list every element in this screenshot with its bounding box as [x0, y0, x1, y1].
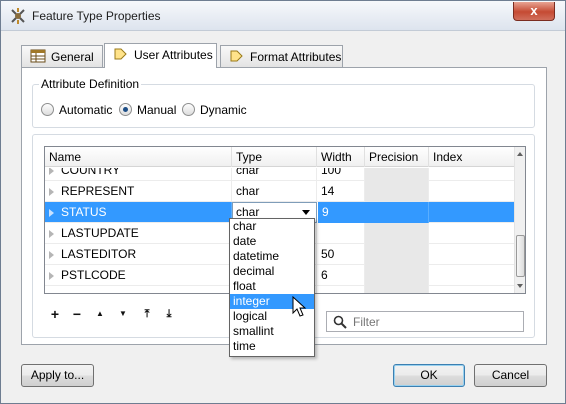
column-header-precision[interactable]: Precision [365, 147, 429, 167]
feature-type-properties-dialog: Feature Type Properties x General User A… [0, 0, 566, 404]
column-header-name[interactable]: Name [45, 147, 232, 167]
tab-label: User Attributes [134, 48, 213, 62]
apply-to-button[interactable]: Apply to... [21, 364, 94, 387]
table-row[interactable]: REPRESENT char 14 [45, 181, 515, 202]
column-header-width[interactable]: Width [317, 147, 365, 167]
scrollbar-thumb[interactable] [516, 235, 525, 277]
group-title: Attribute Definition [39, 77, 142, 91]
radio-indicator [182, 103, 195, 116]
row-expand-icon [49, 293, 54, 294]
column-header-type[interactable]: Type [232, 147, 317, 167]
table-scrollbar[interactable] [514, 147, 525, 293]
cell-name[interactable]: STATUS [45, 202, 232, 223]
scroll-up-icon[interactable] [517, 152, 523, 156]
radio-indicator [41, 103, 54, 116]
type-option-datetime[interactable]: datetime [230, 249, 314, 264]
add-attribute-button[interactable]: + [47, 305, 63, 323]
cell-name[interactable]: REPRESENT [45, 181, 232, 202]
cell-precision [365, 202, 429, 223]
cell-width[interactable]: 100 [317, 168, 365, 181]
cell-width[interactable] [317, 286, 365, 293]
cell-name[interactable] [45, 286, 232, 293]
type-option-time[interactable]: time [230, 339, 314, 354]
ok-button[interactable]: OK [393, 364, 465, 387]
cell-type[interactable]: char [232, 168, 317, 181]
cell-index[interactable] [429, 181, 515, 202]
radio-label: Dynamic [200, 103, 247, 117]
table-header: Name Type Width Precision Index [45, 147, 515, 167]
title-bar[interactable]: Feature Type Properties x [1, 1, 565, 31]
cell-width[interactable]: 6 [317, 265, 365, 286]
cell-width[interactable]: 50 [317, 244, 365, 265]
fme-app-icon [11, 8, 25, 24]
tab-user-attributes[interactable]: User Attributes [104, 43, 217, 68]
table-row[interactable]: COUNTRY char 100 [45, 168, 515, 181]
type-dropdown-list[interactable]: char date datetime decimal float integer… [229, 218, 315, 357]
column-header-index[interactable]: Index [429, 147, 515, 167]
tab-label: Format Attributes [250, 50, 342, 64]
cell-precision [365, 168, 429, 181]
move-bottom-button[interactable]: ⤓ [161, 305, 177, 323]
tab-label: General [51, 50, 94, 64]
search-icon [333, 315, 347, 329]
remove-attribute-button[interactable]: − [69, 305, 85, 323]
cell-name[interactable]: COUNTRY [45, 168, 232, 181]
type-option-decimal[interactable]: decimal [230, 264, 314, 279]
radio-manual[interactable]: Manual [119, 103, 176, 117]
type-option-char[interactable]: char [230, 219, 314, 234]
type-option-date[interactable]: date [230, 234, 314, 249]
radio-label: Manual [137, 103, 177, 117]
cell-width-editing[interactable]: 9 [317, 202, 365, 223]
radio-dynamic[interactable]: Dynamic [182, 103, 247, 117]
chevron-down-icon[interactable] [302, 210, 310, 215]
cell-index[interactable] [429, 244, 515, 265]
tab-general[interactable]: General [21, 45, 103, 67]
scroll-down-icon[interactable] [517, 284, 523, 288]
radio-automatic[interactable]: Automatic [41, 103, 112, 117]
cell-precision [365, 286, 429, 293]
radio-label: Automatic [59, 103, 113, 117]
cell-width[interactable] [317, 223, 365, 244]
cell-precision [365, 223, 429, 244]
cell-index[interactable] [429, 265, 515, 286]
table-icon [30, 49, 46, 63]
attribute-arrow-icon [114, 48, 127, 60]
cell-precision [365, 244, 429, 265]
close-icon: x [530, 3, 538, 18]
mouse-pointer-icon [292, 296, 307, 317]
window-title: Feature Type Properties [32, 9, 161, 23]
move-top-button[interactable]: ⤒ [139, 305, 155, 323]
move-up-button[interactable]: ▲ [92, 305, 108, 323]
move-down-button[interactable]: ▼ [115, 305, 131, 323]
cell-type[interactable]: char [232, 181, 317, 202]
close-button[interactable]: x [513, 2, 555, 21]
type-select-value: char [236, 205, 260, 219]
type-option-smallint[interactable]: smallint [230, 324, 314, 339]
cell-index[interactable] [429, 286, 515, 293]
cell-name[interactable]: LASTUPDATE [45, 223, 232, 244]
cell-name[interactable]: LASTEDITOR [45, 244, 232, 265]
cell-width[interactable]: 14 [317, 181, 365, 202]
radio-indicator [119, 103, 132, 116]
cell-precision [365, 265, 429, 286]
filter-input[interactable] [351, 314, 519, 329]
cell-index[interactable] [429, 223, 515, 244]
attribute-definition-group: Attribute Definition Automatic Manual Dy… [32, 77, 535, 128]
filter-field[interactable] [326, 311, 524, 332]
type-option-float[interactable]: float [230, 279, 314, 294]
tab-format-attributes[interactable]: Format Attributes [220, 45, 343, 67]
cell-index[interactable] [429, 168, 515, 181]
cell-index[interactable] [429, 202, 515, 223]
cell-name[interactable]: PSTLCODE [45, 265, 232, 286]
attribute-arrow-icon [230, 50, 243, 62]
cell-precision [365, 181, 429, 202]
cancel-button[interactable]: Cancel [474, 364, 547, 387]
